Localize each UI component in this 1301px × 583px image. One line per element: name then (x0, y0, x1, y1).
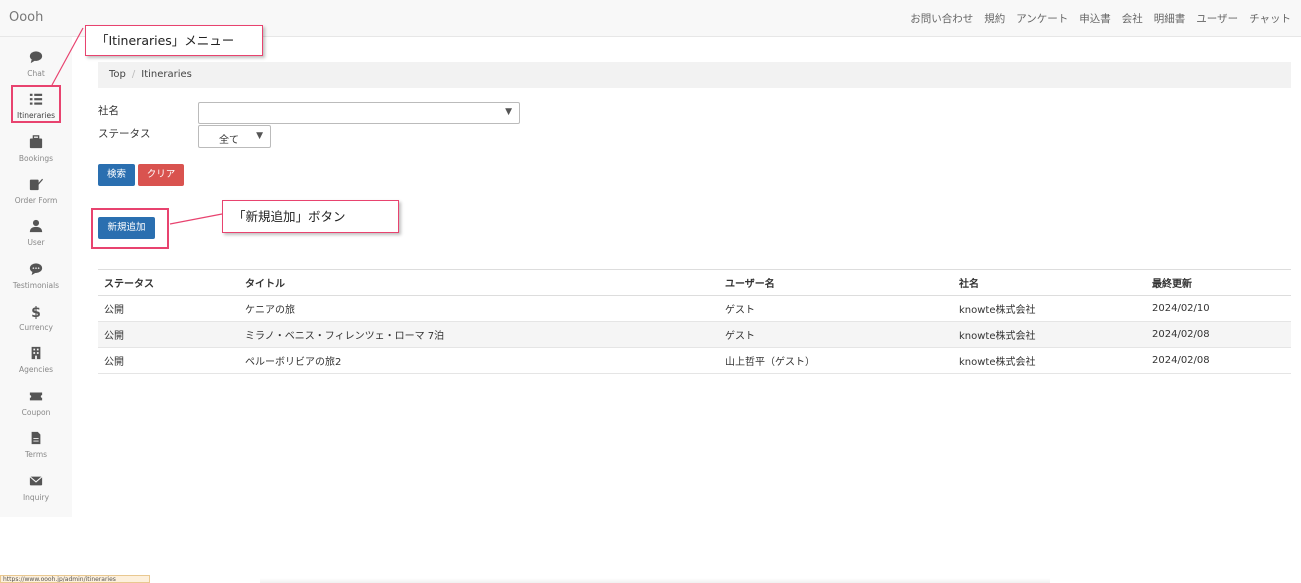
topnav-application[interactable]: 申込書 (1079, 11, 1111, 26)
sidebar-item-inquiry[interactable]: Inquiry (0, 474, 72, 514)
sidebar-item-label: Currency (19, 323, 53, 332)
sidebar-item-coupon[interactable]: Coupon (0, 389, 72, 429)
cell-username: 山上哲平（ゲスト） (719, 347, 953, 374)
table-header-row: ステータス タイトル ユーザー名 社名 最終更新 (98, 269, 1291, 296)
sidebar-item-label: Order Form (14, 196, 58, 205)
company-filter-label: 社名 (98, 105, 119, 117)
topnav-user[interactable]: ユーザー (1196, 11, 1238, 26)
cell-company: knowte株式会社 (953, 347, 1146, 374)
ticket-icon (0, 389, 72, 407)
envelope-icon (0, 474, 72, 492)
sidebar-item-user[interactable]: User (0, 219, 72, 259)
user-icon (0, 219, 72, 237)
topnav-inquiry[interactable]: お問い合わせ (910, 11, 973, 26)
cell-status: 公開 (98, 295, 239, 322)
status-filter-label: ステータス (98, 128, 151, 140)
breadcrumb-home[interactable]: Top (109, 69, 126, 80)
add-new-button-highlight (91, 208, 169, 249)
bottom-shadow (260, 578, 1050, 583)
cell-title[interactable]: ペルーボリビアの旅2 (239, 347, 719, 374)
cell-username: ゲスト (719, 295, 953, 322)
sidebar-item-label: Chat (27, 69, 45, 78)
sidebar-item-label: Agencies (19, 365, 53, 374)
sidebar-item-bookings[interactable]: Bookings (0, 135, 72, 175)
sidebar-item-chat[interactable]: Chat (0, 50, 72, 90)
sidebar-item-terms[interactable]: Terms (0, 431, 72, 471)
company-select[interactable]: ▼ (198, 102, 520, 124)
sidebar-item-label: User (27, 238, 45, 247)
status-select[interactable]: 全て ▼ (198, 125, 271, 148)
column-header-company[interactable]: 社名 (953, 269, 1146, 296)
column-header-username[interactable]: ユーザー名 (719, 269, 953, 296)
sidebar-item-label: Testimonials (12, 281, 60, 290)
sidebar-item-order-form[interactable]: Order Form (0, 177, 72, 217)
topnav-survey[interactable]: アンケート (1016, 11, 1068, 26)
status-bar-url: https://www.oooh.jp/admin/itineraries (0, 575, 150, 583)
topnav-statement[interactable]: 明細書 (1154, 11, 1186, 26)
cell-status: 公開 (98, 347, 239, 374)
breadcrumb-current: Itineraries (141, 69, 192, 80)
cell-last-updated: 2024/02/08 (1146, 347, 1291, 374)
cell-company: knowte株式会社 (953, 295, 1146, 322)
comment-icon (0, 262, 72, 280)
sidebar-item-agencies[interactable]: Agencies (0, 346, 72, 386)
topnav-chat[interactable]: チャット (1249, 11, 1291, 26)
sidebar-item-label: Inquiry (22, 493, 50, 502)
clear-button[interactable]: クリア (138, 164, 184, 186)
sidebar-item-label: Bookings (18, 154, 54, 163)
topnav-terms[interactable]: 規約 (984, 11, 1005, 26)
dropdown-arrow-icon: ▼ (505, 107, 512, 117)
sidebar-item-label: Terms (24, 450, 48, 459)
add-new-button-callout: 「新規追加」ボタン (222, 200, 399, 233)
chat-icon (0, 50, 72, 68)
cell-username: ゲスト (719, 321, 953, 348)
column-header-last-updated[interactable]: 最終更新 (1146, 269, 1291, 296)
table-row[interactable]: 公開 ペルーボリビアの旅2 山上哲平（ゲスト） knowte株式会社 2024/… (98, 347, 1291, 374)
cell-company: knowte株式会社 (953, 321, 1146, 348)
sidebar-item-testimonials[interactable]: Testimonials (0, 262, 72, 302)
edit-icon (0, 177, 72, 195)
top-nav-links: お問い合わせ 規約 アンケート 申込書 会社 明細書 ユーザー チャット (910, 11, 1291, 26)
itineraries-menu-callout: 「Itineraries」メニュー (85, 25, 263, 56)
breadcrumb: Top / Itineraries (98, 62, 1291, 88)
sidebar-item-label: Coupon (21, 408, 51, 417)
dollar-icon: $ (31, 305, 41, 321)
itineraries-table: ステータス タイトル ユーザー名 社名 最終更新 公開 ケニアの旅 ゲスト kn… (98, 269, 1291, 374)
dropdown-arrow-icon: ▼ (256, 131, 263, 141)
table-row[interactable]: 公開 ケニアの旅 ゲスト knowte株式会社 2024/02/10 (98, 295, 1291, 322)
cell-last-updated: 2024/02/10 (1146, 295, 1291, 322)
sidebar-item-currency[interactable]: $ Currency (0, 304, 72, 344)
cell-status: 公開 (98, 321, 239, 348)
itineraries-menu-highlight (11, 85, 61, 123)
brand-logo[interactable]: Oooh (9, 10, 43, 25)
breadcrumb-separator: / (131, 69, 136, 80)
column-header-status[interactable]: ステータス (98, 269, 239, 296)
cell-last-updated: 2024/02/08 (1146, 321, 1291, 348)
cell-title[interactable]: ケニアの旅 (239, 295, 719, 322)
file-icon (0, 431, 72, 449)
building-icon (0, 346, 72, 364)
table-row[interactable]: 公開 ミラノ・ベニス・フィレンツェ・ローマ 7泊 ゲスト knowte株式会社 … (98, 321, 1291, 348)
column-header-title[interactable]: タイトル (239, 269, 719, 296)
briefcase-icon (0, 135, 72, 153)
cell-title[interactable]: ミラノ・ベニス・フィレンツェ・ローマ 7泊 (239, 321, 719, 348)
status-select-value: 全て (219, 135, 239, 146)
topnav-company[interactable]: 会社 (1122, 11, 1143, 26)
search-button[interactable]: 検索 (98, 164, 135, 186)
